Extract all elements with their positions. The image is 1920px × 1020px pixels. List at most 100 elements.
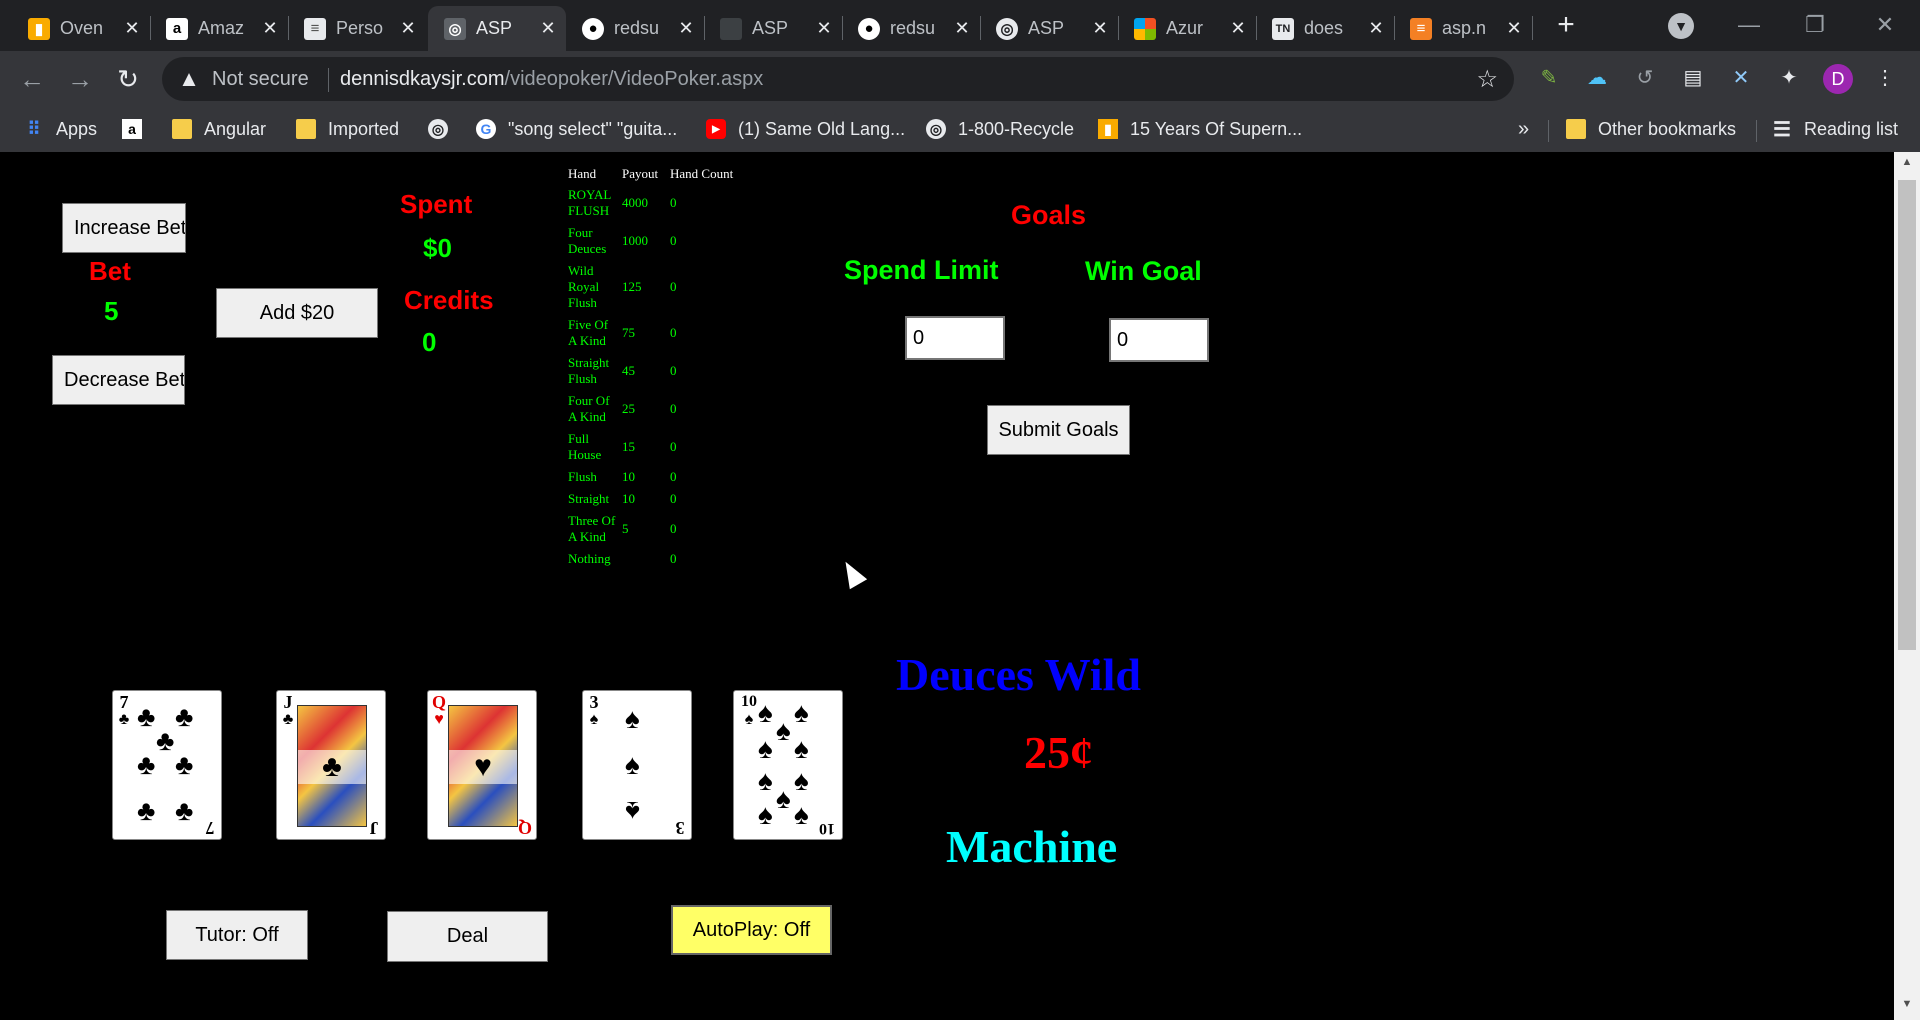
close-icon[interactable]: ✕	[676, 18, 696, 39]
tab-amazon[interactable]: a Amaz ✕	[150, 6, 288, 51]
menu-icon[interactable]: ⋮	[1870, 63, 1900, 93]
bookmark-supernatural[interactable]: ▮ 15 Years Of Supern...	[1098, 114, 1302, 144]
hand-payout: 15	[622, 439, 635, 454]
add-money-button[interactable]: Add $20	[216, 288, 378, 338]
card-4[interactable]: 3 ♠ ♠ ♠ ♠ 3	[582, 690, 692, 840]
close-icon[interactable]: ✕	[814, 18, 834, 39]
reading-list-button[interactable]: ☰ Reading list	[1772, 114, 1898, 144]
bookmark-folder-imported[interactable]: Imported	[296, 114, 399, 144]
club-icon: ♣	[137, 795, 156, 826]
card-1[interactable]: 7 ♣ ♣ ♣ ♣ ♣ ♣ ♣ ♣ 7	[112, 690, 222, 840]
win-goal-input[interactable]	[1109, 318, 1209, 362]
close-icon[interactable]: ✕	[952, 18, 972, 39]
scroll-up-icon[interactable]: ▲	[1894, 156, 1920, 176]
page-scrollbar[interactable]: ▲ ▼	[1894, 152, 1920, 1020]
hand-count: 0	[670, 363, 677, 378]
bookmark-song-select[interactable]: G "song select" "guita...	[476, 114, 677, 144]
close-icon[interactable]: ✕	[260, 18, 280, 39]
bookmarks-bar: ⠿ Apps a Angular Imported ◎ G "song sele…	[0, 106, 1920, 152]
spade-icon: ♠	[758, 765, 773, 796]
bookmark-apps[interactable]: ⠿ Apps	[24, 114, 97, 144]
card-2[interactable]: J ♣ ♣ J	[276, 690, 386, 840]
submit-goals-button[interactable]: Submit Goals	[987, 405, 1130, 455]
machine-title-machine: Machine	[946, 821, 1118, 872]
avatar[interactable]: D	[1823, 64, 1853, 94]
hand-name: Four Deuces	[568, 225, 607, 256]
tutor-toggle-button[interactable]: Tutor: Off	[166, 910, 308, 960]
close-icon[interactable]: ✕	[1504, 18, 1524, 39]
bookmark-folder-angular[interactable]: Angular	[172, 114, 266, 144]
tab-does[interactable]: TN does ✕	[1256, 6, 1394, 51]
bookmark-amazon[interactable]: a	[122, 114, 154, 144]
bookmarks-overflow-button[interactable]: »	[1518, 114, 1529, 144]
tab-github[interactable]: ● redsu ✕	[566, 6, 704, 51]
tab-aspnet[interactable]: ≡ asp.n ✕	[1394, 6, 1532, 51]
tab-asp[interactable]: ◎ ASP ✕	[980, 6, 1118, 51]
restore-icon[interactable]: ❐	[1790, 8, 1840, 42]
address-bar[interactable]: ▲ Not secure dennisdkaysjr.com/videopoke…	[162, 57, 1514, 101]
puzzle-icon[interactable]: ✦	[1774, 63, 1804, 93]
hand-count: 0	[670, 469, 677, 484]
close-icon[interactable]: ✕	[1228, 18, 1248, 39]
cloud-icon[interactable]: ☁	[1582, 63, 1612, 93]
new-tab-button[interactable]: +	[1550, 10, 1582, 42]
club-icon: ♣	[137, 749, 156, 780]
security-status[interactable]: Not secure	[212, 68, 309, 91]
deal-button[interactable]: Deal	[387, 911, 548, 962]
bookmark-recycle[interactable]: ◎ 1-800-Recycle	[926, 114, 1074, 144]
tab-search-icon[interactable]: ▼	[1668, 13, 1694, 39]
table-row: Four Of A Kind 25 0	[566, 390, 735, 428]
close-icon[interactable]: ✕	[122, 18, 142, 39]
increase-bet-button[interactable]: Increase Bet	[62, 203, 186, 253]
forward-icon[interactable]: →	[62, 61, 98, 97]
warning-icon[interactable]: ▲	[176, 66, 202, 92]
url-text[interactable]: dennisdkaysjr.com/videopoker/VideoPoker.…	[340, 68, 763, 91]
bookmark-globe[interactable]: ◎	[428, 114, 460, 144]
club-icon: ♣	[175, 795, 194, 826]
card-rank: 3	[675, 818, 685, 838]
hand-count: 0	[670, 401, 677, 416]
folder-icon	[1566, 119, 1586, 139]
close-icon[interactable]: ✕	[1090, 18, 1110, 39]
reload-icon[interactable]: ↻	[110, 61, 146, 97]
back-icon[interactable]: ←	[14, 61, 50, 97]
bookmark-label: 1-800-Recycle	[958, 118, 1075, 139]
note-icon[interactable]: ▤	[1678, 63, 1708, 93]
minimize-icon[interactable]: —	[1724, 8, 1774, 42]
column-header: Hand Count	[670, 166, 734, 181]
close-icon[interactable]: ✕	[538, 18, 558, 39]
autoplay-toggle-button[interactable]: AutoPlay: Off	[671, 905, 832, 955]
tab-personal[interactable]: ≡ Perso ✕	[288, 6, 426, 51]
hand-payout: 75	[622, 325, 635, 340]
bookmark-youtube[interactable]: ▶ (1) Same Old Lang...	[706, 114, 905, 144]
close-icon[interactable]: ✕	[1366, 18, 1386, 39]
bookmark-star-icon[interactable]: ☆	[1476, 65, 1498, 94]
card-index: 7 ♣	[116, 693, 132, 729]
bookmark-other[interactable]: Other bookmarks	[1566, 114, 1736, 144]
hand-name: Five Of A Kind	[568, 317, 609, 348]
tab-azure[interactable]: Azur ✕	[1118, 6, 1256, 51]
hand-count: 0	[670, 491, 677, 506]
tab-asp-active[interactable]: ◎ ASP ✕	[428, 6, 566, 51]
x-extension-icon[interactable]: ✕	[1726, 63, 1756, 93]
tab-oven[interactable]: ▮ Oven ✕	[12, 6, 150, 51]
card-rank: J	[369, 818, 379, 838]
face-suit: ♥	[449, 750, 517, 784]
spend-limit-input[interactable]	[905, 316, 1005, 360]
hand-name: Three Of A Kind	[568, 513, 616, 544]
jack-face-illustration: ♣	[297, 705, 367, 827]
extension-pen-icon[interactable]: ✎	[1534, 63, 1564, 93]
decrease-bet-button[interactable]: Decrease Bet	[52, 355, 185, 405]
scrollbar-thumb[interactable]	[1898, 180, 1916, 650]
tab-asp[interactable]: ASP ✕	[704, 6, 842, 51]
table-row: Flush 10 0	[566, 466, 735, 488]
spade-icon: ♠	[758, 799, 773, 830]
close-icon[interactable]: ✕	[398, 18, 418, 39]
card-5[interactable]: 10 ♠ ♠ ♠ ♠ ♠ ♠ ♠ ♠ ♠ ♠ ♠ 10	[733, 690, 843, 840]
card-3[interactable]: Q ♥ ♥ Q	[427, 690, 537, 840]
history-icon[interactable]: ↺	[1630, 63, 1660, 93]
scroll-down-icon[interactable]: ▼	[1894, 998, 1920, 1018]
club-icon: ♣	[175, 701, 194, 732]
close-window-icon[interactable]: ✕	[1860, 8, 1910, 42]
tab-github[interactable]: ● redsu ✕	[842, 6, 980, 51]
